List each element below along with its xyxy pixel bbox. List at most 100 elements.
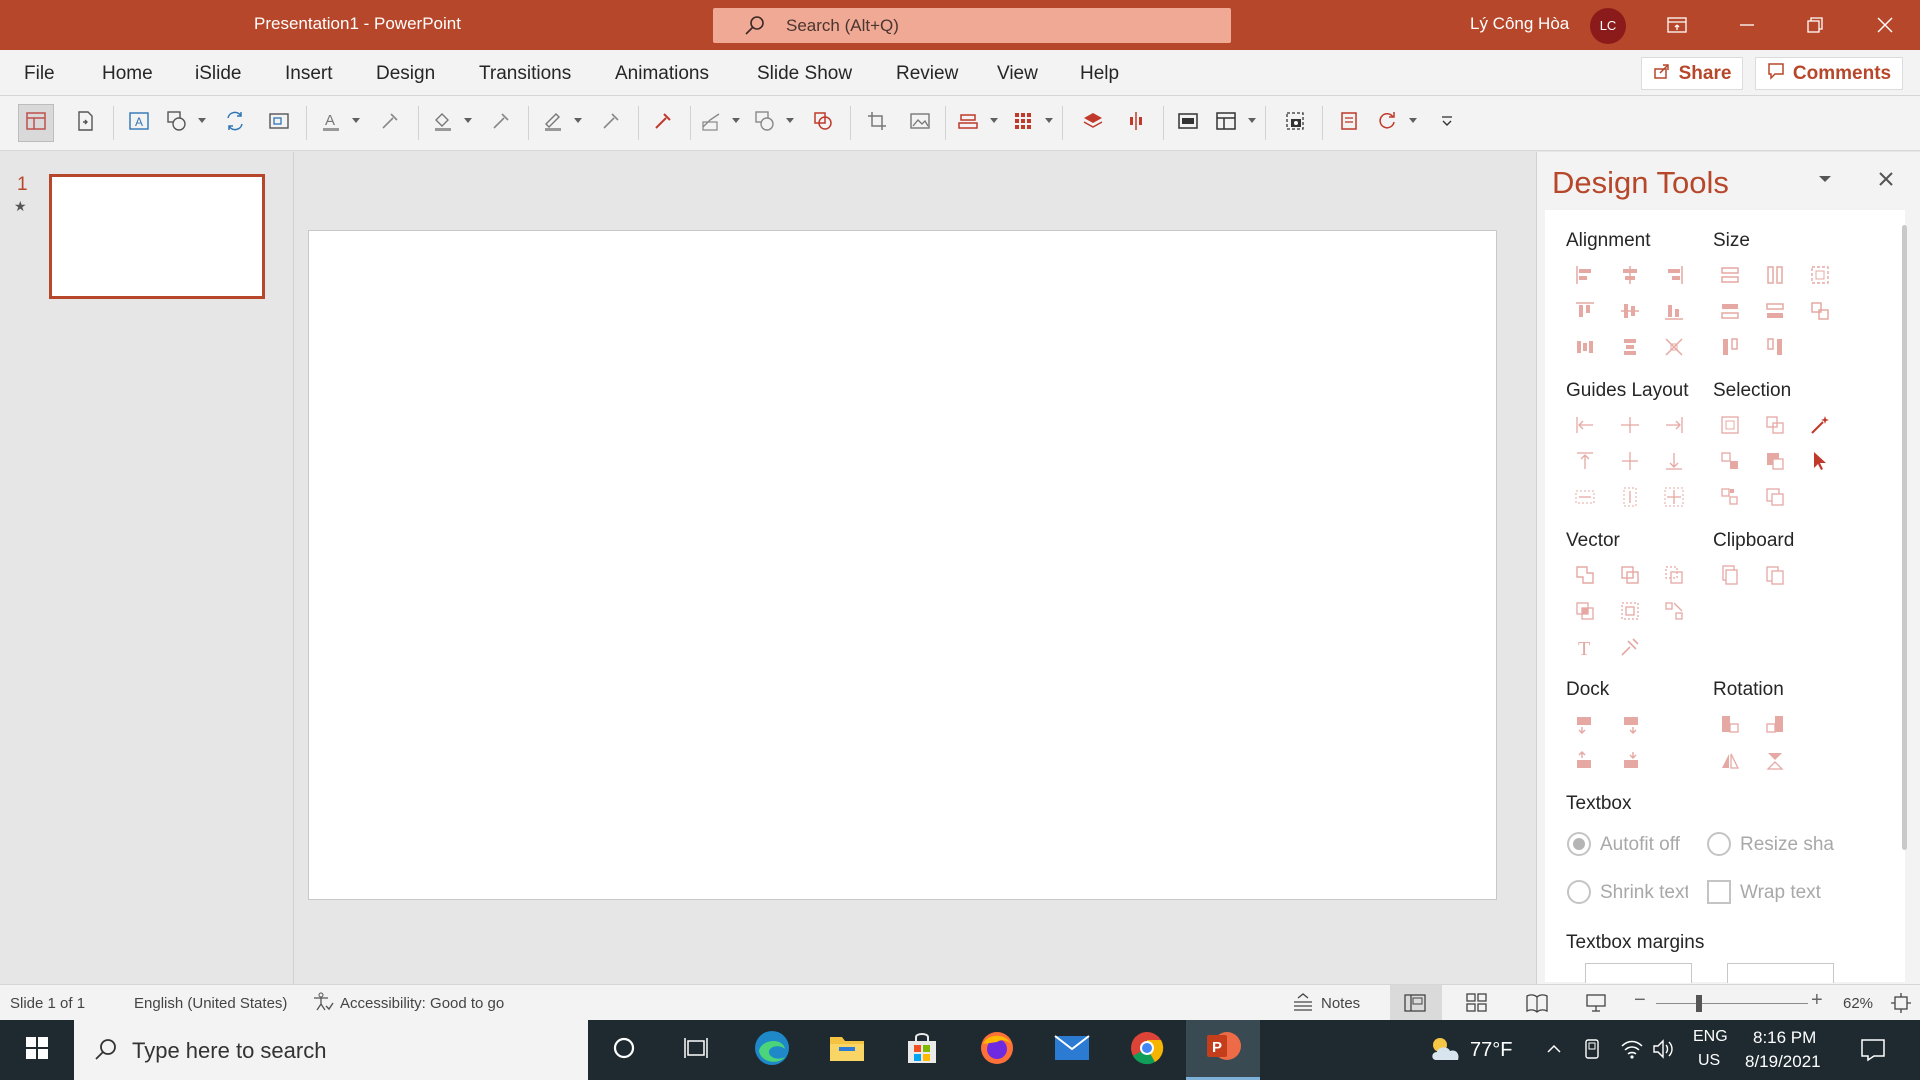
guide-width-icon[interactable] — [1572, 484, 1598, 510]
align-middle-icon[interactable] — [1617, 298, 1643, 324]
image-button[interactable] — [905, 108, 935, 138]
same-height-icon[interactable] — [1762, 262, 1788, 288]
text-icon[interactable]: T — [1572, 634, 1598, 660]
zoom-slider-thumb[interactable] — [1696, 995, 1702, 1012]
task-view-button[interactable] — [660, 1020, 734, 1080]
crop-button[interactable] — [862, 108, 892, 138]
guide-bottom-icon[interactable] — [1661, 448, 1687, 474]
fit-left-icon[interactable] — [1717, 334, 1743, 360]
font-color-button[interactable]: A — [316, 108, 346, 138]
distribute-grid-icon[interactable] — [1661, 334, 1687, 360]
tab-review[interactable]: Review — [896, 63, 958, 85]
wrap-text-checkbox[interactable] — [1707, 880, 1731, 904]
guide-left-icon[interactable] — [1572, 412, 1598, 438]
notes-button[interactable]: Notes — [1321, 995, 1360, 1012]
fit-to-window-icon[interactable] — [1891, 993, 1911, 1017]
right-margin-input[interactable] — [1727, 963, 1834, 983]
fragment-icon[interactable] — [1661, 562, 1687, 588]
tab-design[interactable]: Design — [376, 63, 435, 85]
align-left-icon[interactable] — [1572, 262, 1598, 288]
restore-button[interactable] — [1784, 0, 1846, 50]
tab-view[interactable]: View — [997, 63, 1038, 85]
pane-scrollbar[interactable] — [1902, 225, 1907, 850]
cursor-icon[interactable] — [1807, 448, 1833, 474]
dock-bottom-icon[interactable] — [1617, 748, 1643, 774]
customize-toolbar-button[interactable] — [1432, 108, 1462, 138]
tab-slide-show[interactable]: Slide Show — [757, 63, 852, 85]
minimize-button[interactable] — [1716, 0, 1778, 50]
union-icon[interactable] — [1572, 562, 1598, 588]
shapes-button[interactable] — [162, 108, 192, 138]
swap-size-icon[interactable] — [1807, 298, 1833, 324]
guide-top-icon[interactable] — [1572, 448, 1598, 474]
toolbar-button-1[interactable] — [1173, 108, 1203, 138]
format-painter-button[interactable] — [375, 108, 405, 138]
cortana-button[interactable] — [587, 1020, 661, 1080]
copy-icon[interactable] — [1717, 562, 1743, 588]
pane-options-button[interactable] — [1816, 172, 1834, 191]
shrink-text-radio[interactable] — [1567, 880, 1591, 904]
chevron-up-icon[interactable] — [1544, 1039, 1564, 1064]
line-eyedropper-button[interactable] — [596, 108, 626, 138]
tab-help[interactable]: Help — [1080, 63, 1119, 85]
chrome-app[interactable] — [1110, 1020, 1184, 1080]
comments-button[interactable]: Comments — [1755, 57, 1903, 90]
reading-view-icon[interactable] — [1526, 993, 1548, 1017]
user-name[interactable]: Lý Công Hòa — [1470, 14, 1569, 34]
align-bottom-icon[interactable] — [1661, 298, 1687, 324]
edge-app[interactable] — [735, 1020, 809, 1080]
line-color-button[interactable] — [538, 108, 568, 138]
start-button[interactable] — [0, 1020, 74, 1080]
magic-wand-icon[interactable] — [1807, 412, 1833, 438]
slide-thumbnail[interactable] — [49, 174, 265, 299]
clock-time[interactable]: 8:16 PM — [1753, 1028, 1816, 1048]
connector-button[interactable] — [696, 108, 726, 138]
fit-right-icon[interactable] — [1762, 334, 1788, 360]
store-app[interactable] — [885, 1020, 959, 1080]
slideshow-icon[interactable] — [1585, 993, 1607, 1017]
distribute-vertical-icon[interactable] — [1617, 334, 1643, 360]
dock-top-icon[interactable] — [1572, 748, 1598, 774]
input-language-primary[interactable]: ENG — [1693, 1028, 1728, 1046]
weather-temperature[interactable]: 77°F — [1470, 1039, 1512, 1062]
guide-middle-icon[interactable] — [1617, 448, 1643, 474]
toolbar-button-2[interactable] — [1211, 108, 1241, 138]
device-icon[interactable] — [1582, 1038, 1602, 1065]
tab-insert[interactable]: Insert — [285, 63, 333, 85]
wifi-icon[interactable] — [1620, 1038, 1644, 1065]
distribute-button[interactable] — [1121, 108, 1151, 138]
tab-islide[interactable]: iSlide — [195, 63, 241, 85]
flip-vertical-icon[interactable] — [1762, 748, 1788, 774]
language-status[interactable]: English (United States) — [134, 995, 287, 1012]
color-picker-button[interactable] — [648, 108, 678, 138]
guide-right-icon[interactable] — [1661, 412, 1687, 438]
notification-icon[interactable] — [1860, 1038, 1886, 1067]
shape-style-button[interactable] — [750, 108, 780, 138]
ribbon-display-options-button[interactable] — [1646, 0, 1708, 50]
slide-sorter-icon[interactable] — [1466, 993, 1488, 1017]
powerpoint-app[interactable]: P — [1186, 1020, 1260, 1080]
split-icon[interactable] — [1661, 598, 1687, 624]
subtract-icon[interactable] — [1617, 598, 1643, 624]
tab-animations[interactable]: Animations — [615, 63, 709, 85]
share-button[interactable]: Share — [1641, 57, 1743, 90]
export-button[interactable] — [70, 108, 100, 138]
pane-close-button[interactable] — [1878, 171, 1894, 192]
guide-grid-icon[interactable] — [1661, 484, 1687, 510]
guide-center-icon[interactable] — [1617, 412, 1643, 438]
avatar[interactable]: LC — [1590, 8, 1626, 44]
accessibility-status[interactable]: Accessibility: Good to go — [340, 995, 504, 1012]
dock-right-icon[interactable] — [1617, 711, 1643, 737]
mail-app[interactable] — [1035, 1020, 1109, 1080]
same-size-icon[interactable] — [1807, 262, 1833, 288]
select-inverse-icon[interactable] — [1717, 484, 1743, 510]
distribute-horizontal-icon[interactable] — [1572, 334, 1598, 360]
zoom-in-button[interactable]: + — [1811, 989, 1823, 1012]
clock-date[interactable]: 8/19/2021 — [1745, 1052, 1821, 1072]
align-button[interactable] — [953, 108, 983, 138]
merge-shapes-button[interactable] — [808, 108, 838, 138]
align-right-icon[interactable] — [1661, 262, 1687, 288]
notes-tool-button[interactable] — [1334, 108, 1364, 138]
fill-eyedropper-button[interactable] — [486, 108, 516, 138]
select-back-icon[interactable] — [1762, 484, 1788, 510]
